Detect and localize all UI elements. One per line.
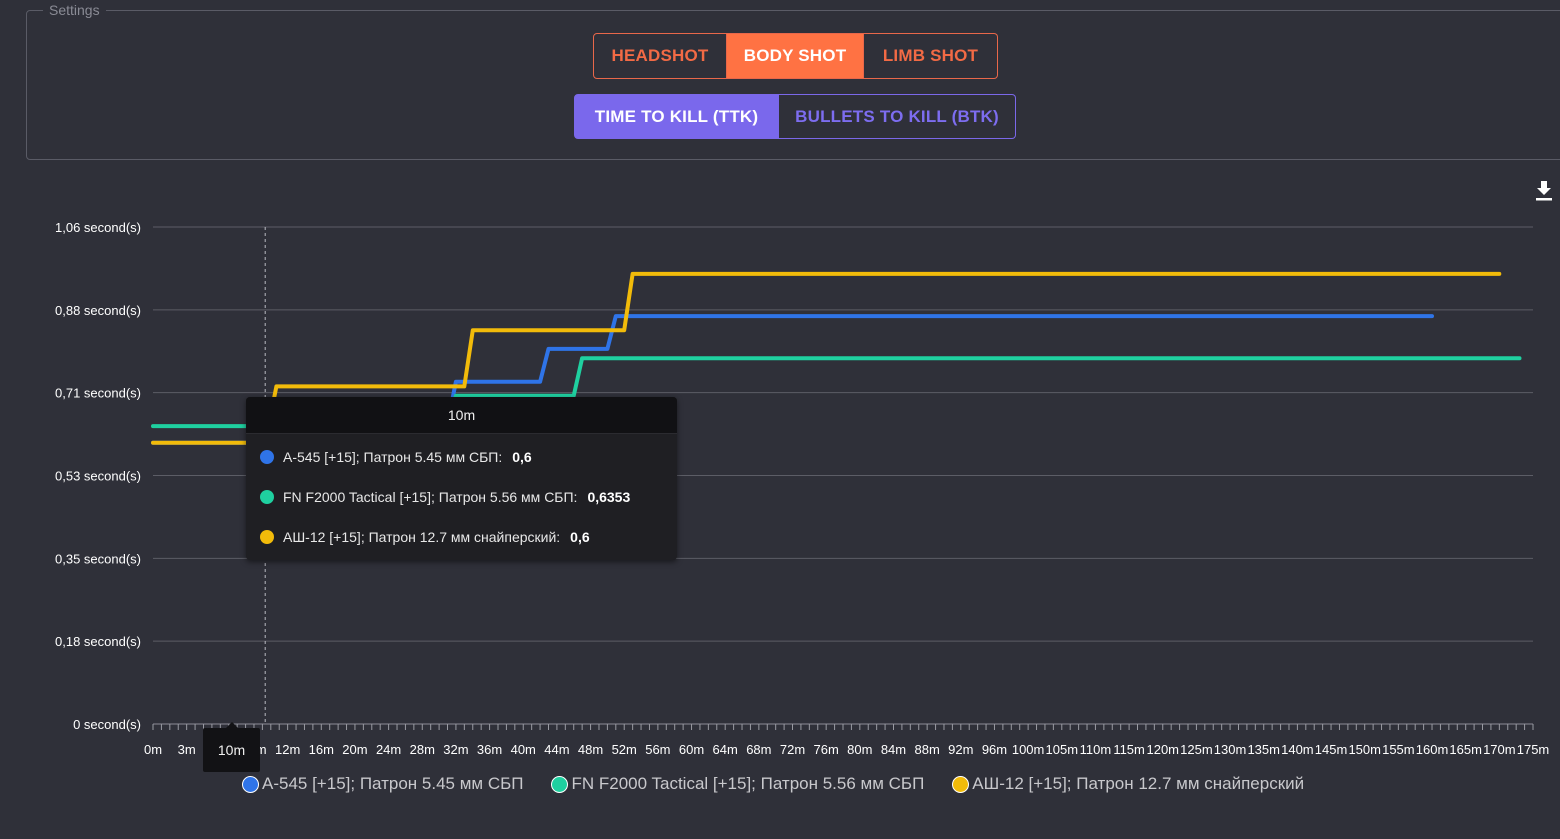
x-tick-label: 150m — [1348, 742, 1381, 757]
y-tick-label: 0 second(s) — [73, 717, 141, 732]
y-tick-label: 0,35 second(s) — [55, 551, 141, 566]
x-tick-label: 155m — [1382, 742, 1415, 757]
series-marker-icon — [952, 775, 970, 793]
x-tick-label: 175m — [1517, 742, 1550, 757]
chart-legend: А-545 [+15]; Патрон 5.45 мм СБП FN F2000… — [242, 774, 1332, 794]
tooltip-value: 0,6353 — [587, 489, 631, 505]
x-tick-label: 3m — [178, 742, 196, 757]
y-tick-label: 0,53 second(s) — [55, 469, 141, 484]
x-tick-label: 84m — [881, 742, 906, 757]
series-marker-icon — [242, 775, 259, 793]
x-tick-label: 64m — [713, 742, 738, 757]
x-tick-label: 48m — [578, 742, 603, 757]
x-tick-label: 68m — [746, 742, 771, 757]
legend-label: АШ-12 [+15]; Патрон 12.7 мм снайперский — [972, 774, 1305, 793]
legend-item-a545[interactable]: А-545 [+15]; Патрон 5.45 мм СБП — [242, 774, 523, 794]
x-tick-label: 125m — [1180, 742, 1213, 757]
x-tick-label: 24m — [376, 742, 401, 757]
y-tick-label: 0,88 second(s) — [55, 303, 141, 318]
series-marker-icon — [260, 490, 274, 504]
x-tick-label: 160m — [1416, 742, 1449, 757]
x-tick-label: 44m — [544, 742, 569, 757]
x-hover-label: 10m — [203, 722, 260, 772]
x-tick-label: 145m — [1315, 742, 1348, 757]
tooltip-row: АШ-12 [+15]; Патрон 12.7 мм снайперский:… — [260, 529, 590, 545]
series-marker-icon — [260, 450, 274, 464]
x-tick-label: 72m — [780, 742, 805, 757]
y-tick-label: 1,06 second(s) — [55, 220, 141, 235]
x-tick-label: 0m — [144, 742, 162, 757]
x-tick-label: 140m — [1281, 742, 1314, 757]
tooltip-value: 0,6 — [570, 529, 590, 545]
x-tick-label: 36m — [477, 742, 502, 757]
y-tick-label: 0,18 second(s) — [55, 634, 141, 649]
x-tick-label: 40m — [511, 742, 536, 757]
tooltip-row: А-545 [+15]; Патрон 5.45 мм СБП: 0,6 — [260, 449, 532, 465]
tooltip-label: FN F2000 Tactical [+15]; Патрон 5.56 мм … — [283, 489, 578, 505]
legend-item-f2000[interactable]: FN F2000 Tactical [+15]; Патрон 5.56 мм … — [551, 774, 924, 794]
x-tick-label: 170m — [1483, 742, 1516, 757]
x-tick-label: 135m — [1247, 742, 1280, 757]
x-tick-label: 92m — [948, 742, 973, 757]
tooltip-row: FN F2000 Tactical [+15]; Патрон 5.56 мм … — [260, 489, 630, 505]
legend-label: А-545 [+15]; Патрон 5.45 мм СБП — [262, 774, 524, 793]
x-tick-label: 105m — [1046, 742, 1079, 757]
y-tick-label: 0,71 second(s) — [55, 386, 141, 401]
x-tick-label: 12m — [275, 742, 300, 757]
x-tick-label: 88m — [914, 742, 939, 757]
x-tick-label: 120m — [1146, 742, 1179, 757]
series-marker-icon — [551, 775, 569, 793]
x-tick-label: 56m — [645, 742, 670, 757]
tooltip-value: 0,6 — [512, 449, 532, 465]
x-tick-label: 60m — [679, 742, 704, 757]
x-tick-label: 76m — [814, 742, 839, 757]
chart-tooltip: 10m А-545 [+15]; Патрон 5.45 мм СБП: 0,6… — [246, 397, 677, 560]
x-tick-label: 165m — [1449, 742, 1482, 757]
x-tick-label: 52m — [612, 742, 637, 757]
x-tick-label: 16m — [309, 742, 334, 757]
x-tick-label: 32m — [443, 742, 468, 757]
tooltip-label: А-545 [+15]; Патрон 5.45 мм СБП: — [283, 449, 503, 465]
x-tick-label: 110m — [1080, 742, 1112, 757]
x-tick-label: 100m — [1012, 742, 1045, 757]
x-tick-label: 130m — [1214, 742, 1247, 757]
series-marker-icon — [260, 530, 274, 544]
legend-label: FN F2000 Tactical [+15]; Патрон 5.56 мм … — [571, 774, 925, 793]
x-tick-label: 28m — [410, 742, 435, 757]
tooltip-label: АШ-12 [+15]; Патрон 12.7 мм снайперский: — [283, 529, 561, 545]
x-tick-label: 80m — [847, 742, 872, 757]
x-tick-label: 20m — [342, 742, 367, 757]
legend-item-ash12[interactable]: АШ-12 [+15]; Патрон 12.7 мм снайперский — [952, 774, 1304, 794]
ttk-chart: 0 second(s) 0,18 second(s) 0,35 second(s) 0… — [55, 220, 1550, 757]
tooltip-title: 10m — [246, 397, 677, 434]
x-tick-label: 96m — [982, 742, 1007, 757]
x-tick-label: 115m — [1113, 742, 1145, 757]
